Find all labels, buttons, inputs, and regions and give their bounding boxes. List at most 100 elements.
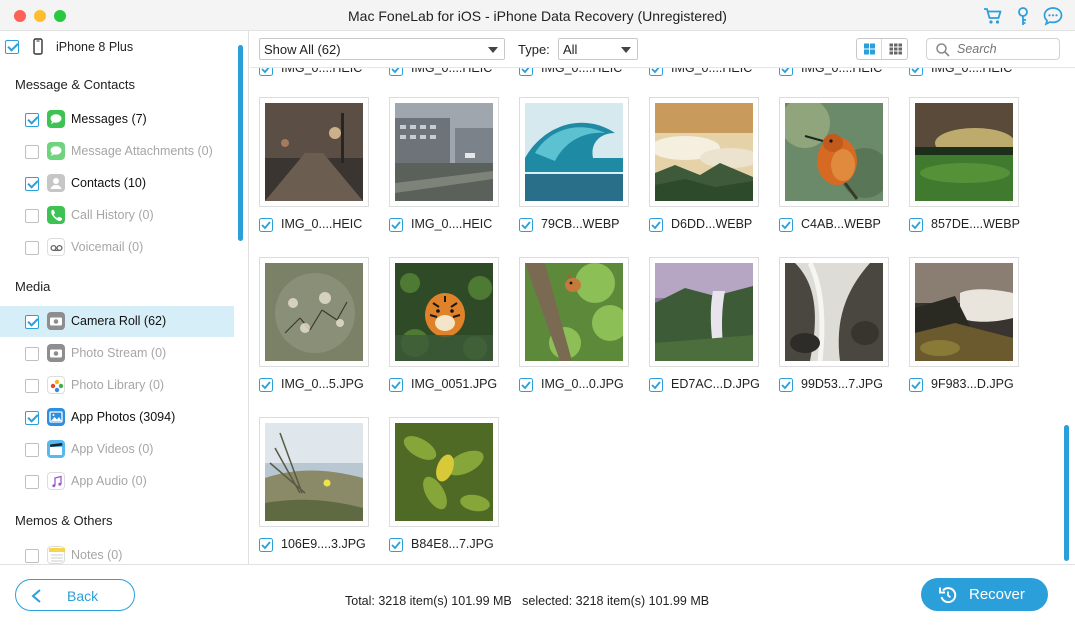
photo-thumbnail[interactable] (649, 97, 759, 207)
sidebar-item-camera-roll[interactable]: Camera Roll (62) (0, 306, 234, 337)
photo-checkbox[interactable] (389, 68, 403, 76)
photo-checkbox[interactable] (649, 218, 663, 232)
photo-checkbox[interactable] (779, 378, 793, 392)
photo-filename: IMG_0....HEIC (541, 68, 623, 75)
photo-image (265, 263, 363, 361)
chat-icon[interactable] (1042, 5, 1064, 27)
recover-button[interactable]: Recover (921, 578, 1048, 611)
photo-checkbox[interactable] (909, 68, 923, 76)
messages-checkbox[interactable] (25, 113, 39, 127)
window-title: Mac FoneLab for iOS - iPhone Data Recove… (348, 8, 727, 24)
photo-filename: IMG_0....HEIC (411, 68, 493, 75)
photo-checkbox[interactable] (259, 68, 273, 76)
camera-icon (47, 344, 65, 362)
photo-filename: 9F983...D.JPG (931, 377, 1014, 391)
sidebar-item-label: Message Attachments (0) (71, 144, 213, 158)
view-mode-toggle (856, 38, 908, 60)
photo-checkbox[interactable] (779, 68, 793, 76)
sidebar-item-contacts[interactable]: Contacts (10) (0, 168, 234, 199)
photo-image (265, 423, 363, 521)
photo-checkbox[interactable] (389, 378, 403, 392)
photo-checkbox[interactable] (519, 218, 533, 232)
back-button[interactable]: Back (15, 579, 135, 611)
type-select[interactable]: All (558, 38, 638, 60)
photo-thumbnail[interactable] (519, 257, 629, 367)
sidebar-item-photo-library[interactable]: Photo Library (0) (0, 370, 234, 401)
sidebar-item-label: Call History (0) (71, 208, 154, 222)
search-icon (935, 42, 951, 63)
sidebar-item-app-videos[interactable]: App Videos (0) (0, 434, 234, 465)
device-row[interactable]: iPhone 8 Plus (0, 31, 248, 62)
photo-thumbnail[interactable] (259, 97, 369, 207)
sidebar-scrollbar[interactable] (238, 45, 243, 241)
grid-scrollbar[interactable] (1064, 425, 1069, 561)
photo-image (395, 423, 493, 521)
sidebar-item-call-history[interactable]: Call History (0) (0, 200, 234, 231)
clapper-icon (47, 440, 65, 458)
filter-toolbar: Show All (62) Type: All (250, 31, 1075, 68)
photo-stream-checkbox[interactable] (25, 347, 39, 361)
grid-view-button[interactable] (857, 39, 882, 59)
photo-checkbox[interactable] (389, 538, 403, 552)
photo-image (265, 103, 363, 201)
photo-checkbox[interactable] (259, 378, 273, 392)
cart-icon[interactable] (982, 5, 1004, 27)
photo-checkbox[interactable] (389, 218, 403, 232)
app-videos-checkbox[interactable] (25, 443, 39, 457)
photo-checkbox[interactable] (519, 378, 533, 392)
photo-thumbnail[interactable] (909, 97, 1019, 207)
photo-thumbnail[interactable] (779, 257, 889, 367)
sidebar-item-messages[interactable]: Messages (7) (0, 104, 234, 135)
sidebar-item-notes[interactable]: Notes (0) (0, 540, 234, 564)
photo-filename: C4AB...WEBP (801, 217, 881, 231)
photo-filename: IMG_0...5.JPG (281, 377, 364, 391)
photo-filename: 79CB...WEBP (541, 217, 620, 231)
photo-filename: 106E9....3.JPG (281, 537, 366, 551)
photo-checkbox[interactable] (259, 218, 273, 232)
sidebar-item-app-photos[interactable]: App Photos (3094) (0, 402, 234, 433)
sidebar-item-photo-stream[interactable]: Photo Stream (0) (0, 338, 234, 369)
photo-checkbox[interactable] (649, 378, 663, 392)
photo-thumbnail[interactable] (259, 257, 369, 367)
photo-checkbox[interactable] (259, 538, 273, 552)
chevron-down-icon (621, 47, 631, 53)
photo-thumbnail[interactable] (649, 257, 759, 367)
photo-library-checkbox[interactable] (25, 379, 39, 393)
notes-checkbox[interactable] (25, 549, 39, 563)
message-attachments-checkbox[interactable] (25, 145, 39, 159)
sidebar-item-label: Photo Stream (0) (71, 346, 167, 360)
photo-thumbnail[interactable] (389, 97, 499, 207)
photo-checkbox[interactable] (649, 68, 663, 76)
photo-thumbnail[interactable] (389, 417, 499, 527)
device-name: iPhone 8 Plus (56, 40, 134, 54)
device-checkbox[interactable] (5, 40, 19, 54)
section-title-media: Media (15, 279, 51, 294)
call-history-checkbox[interactable] (25, 209, 39, 223)
photo-thumbnail[interactable] (779, 97, 889, 207)
sidebar-item-label: Voicemail (0) (71, 240, 144, 254)
photo-image (655, 263, 753, 361)
app-audio-checkbox[interactable] (25, 475, 39, 489)
app-photos-checkbox[interactable] (25, 411, 39, 425)
key-icon[interactable] (1012, 5, 1034, 27)
photo-checkbox[interactable] (519, 68, 533, 76)
sidebar-item-app-audio[interactable]: App Audio (0) (0, 466, 234, 497)
search-input[interactable] (957, 41, 1055, 57)
photo-checkbox[interactable] (909, 218, 923, 232)
photo-thumbnail[interactable] (519, 97, 629, 207)
sidebar-item-message-attachments[interactable]: Message Attachments (0) (0, 136, 234, 167)
voicemail-checkbox[interactable] (25, 241, 39, 255)
photo-thumbnail[interactable] (259, 417, 369, 527)
photo-thumbnail[interactable] (909, 257, 1019, 367)
show-filter-select[interactable]: Show All (62) (259, 38, 505, 60)
small-grid-view-button[interactable] (883, 39, 908, 59)
photo-checkbox[interactable] (909, 378, 923, 392)
small-grid-view-icon (889, 43, 902, 55)
photo-filename: IMG_0....HEIC (671, 68, 753, 75)
sidebar-item-voicemail[interactable]: Voicemail (0) (0, 232, 234, 263)
camera-roll-checkbox[interactable] (25, 315, 39, 329)
photo-checkbox[interactable] (779, 218, 793, 232)
photo-thumbnail[interactable] (389, 257, 499, 367)
contacts-checkbox[interactable] (25, 177, 39, 191)
photo-image (655, 103, 753, 201)
